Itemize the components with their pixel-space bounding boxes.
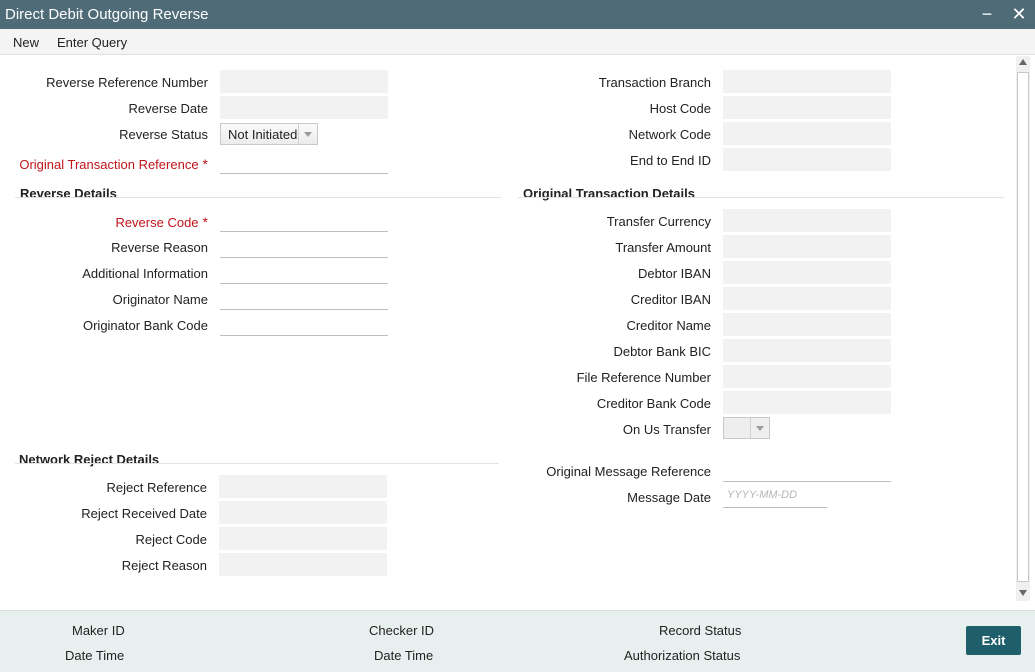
network-code-label: Network Code <box>628 127 711 142</box>
original-transaction-details-divider <box>518 197 1004 198</box>
reverse-reference-number-field[interactable] <box>220 70 388 93</box>
transfer-currency-label: Transfer Currency <box>606 214 711 229</box>
creditor-iban-field[interactable] <box>723 287 891 310</box>
originator-bank-code-label: Originator Bank Code <box>82 318 208 333</box>
additional-information-label: Additional Information <box>82 266 208 281</box>
transfer-amount-label: Transfer Amount <box>615 240 711 255</box>
debtor-bank-bic-label: Debtor Bank BIC <box>613 344 711 359</box>
debtor-bank-bic-field[interactable] <box>723 339 891 362</box>
creditor-bank-code-label: Creditor Bank Code <box>596 396 711 411</box>
network-reject-details-header: Network Reject Details <box>19 452 160 467</box>
window-title: Direct Debit Outgoing Reverse <box>5 6 209 23</box>
transfer-amount-field[interactable] <box>723 235 891 258</box>
reverse-details-header: Reverse Details <box>20 186 117 201</box>
debtor-iban-field[interactable] <box>723 261 891 284</box>
scrollbar-thumb[interactable] <box>1017 72 1029 582</box>
original-transaction-reference-label: Original Transaction Reference * <box>19 156 208 172</box>
menu-enter-query[interactable]: Enter Query <box>57 35 127 50</box>
end-to-end-id-label: End to End ID <box>630 153 711 168</box>
record-status-label: Record Status <box>659 623 742 638</box>
originator-name-label: Originator Name <box>112 292 208 307</box>
file-reference-number-label: File Reference Number <box>576 370 711 385</box>
end-to-end-id-field[interactable] <box>723 148 891 171</box>
maker-id-label: Maker ID <box>72 623 125 638</box>
scroll-down-icon[interactable] <box>1019 590 1027 596</box>
transaction-branch-field[interactable] <box>723 70 891 93</box>
network-code-field[interactable] <box>723 122 891 145</box>
originator-bank-code-input[interactable] <box>220 312 388 336</box>
reject-reason-field[interactable] <box>219 553 387 576</box>
title-bar: Direct Debit Outgoing Reverse − ✕ <box>0 0 1035 29</box>
originator-name-input[interactable] <box>220 286 388 310</box>
close-button[interactable]: ✕ <box>1009 4 1029 24</box>
reverse-status-select[interactable]: Not Initiated <box>220 123 318 145</box>
chevron-down-icon <box>298 124 317 144</box>
reverse-status-value: Not Initiated <box>228 127 298 142</box>
original-transaction-reference-input[interactable] <box>220 150 388 174</box>
menu-bar: New Enter Query <box>0 29 1035 55</box>
original-message-reference-label: Original Message Reference <box>546 464 711 479</box>
required-icon: * <box>202 156 208 172</box>
reject-reference-field[interactable] <box>219 475 387 498</box>
reverse-code-input[interactable] <box>220 208 388 232</box>
file-reference-number-field[interactable] <box>723 365 891 388</box>
reject-reason-label: Reject Reason <box>121 558 207 573</box>
reverse-reference-number-label: Reverse Reference Number <box>46 75 208 90</box>
reverse-details-divider <box>15 197 501 198</box>
reverse-status-label: Reverse Status <box>119 127 208 142</box>
on-us-transfer-label: On Us Transfer <box>622 422 711 437</box>
audit-footer <box>0 610 1035 672</box>
authorization-status-label: Authorization Status <box>624 648 741 663</box>
host-code-label: Host Code <box>649 101 711 116</box>
transaction-branch-label: Transaction Branch <box>598 75 711 90</box>
creditor-name-label: Creditor Name <box>626 318 711 333</box>
creditor-iban-label: Creditor IBAN <box>630 292 711 307</box>
transfer-currency-field[interactable] <box>723 209 891 232</box>
reverse-reason-label: Reverse Reason <box>111 240 208 255</box>
additional-information-input[interactable] <box>220 260 388 284</box>
original-transaction-details-header: Original Transaction Details <box>523 186 695 201</box>
exit-button[interactable]: Exit <box>966 626 1021 655</box>
creditor-name-field[interactable] <box>723 313 891 336</box>
reverse-date-field[interactable] <box>220 96 388 119</box>
required-icon: * <box>202 214 208 230</box>
maker-date-time-label: Date Time <box>65 648 125 663</box>
reject-received-date-label: Reject Received Date <box>81 506 207 521</box>
network-reject-details-divider <box>15 463 499 464</box>
scroll-up-icon[interactable] <box>1019 59 1027 65</box>
reject-code-field[interactable] <box>219 527 387 550</box>
reverse-code-label: Reverse Code * <box>115 214 208 230</box>
reverse-date-label: Reverse Date <box>128 101 208 116</box>
menu-new[interactable]: New <box>13 35 39 50</box>
reject-reference-label: Reject Reference <box>106 480 207 495</box>
checker-date-time-label: Date Time <box>374 648 434 663</box>
original-message-reference-input[interactable] <box>723 458 891 482</box>
message-date-placeholder: YYYY-MM-DD <box>727 489 798 501</box>
debtor-iban-label: Debtor IBAN <box>638 266 711 281</box>
reject-received-date-field[interactable] <box>219 501 387 524</box>
on-us-transfer-select[interactable] <box>723 417 770 439</box>
message-date-input[interactable]: YYYY-MM-DD <box>723 484 827 508</box>
minimize-button[interactable]: − <box>977 4 997 24</box>
message-date-label: Message Date <box>627 490 711 505</box>
chevron-down-icon <box>750 418 769 438</box>
reverse-reason-input[interactable] <box>220 234 388 258</box>
creditor-bank-code-field[interactable] <box>723 391 891 414</box>
host-code-field[interactable] <box>723 96 891 119</box>
reject-code-label: Reject Code <box>135 532 207 547</box>
checker-id-label: Checker ID <box>369 623 435 638</box>
